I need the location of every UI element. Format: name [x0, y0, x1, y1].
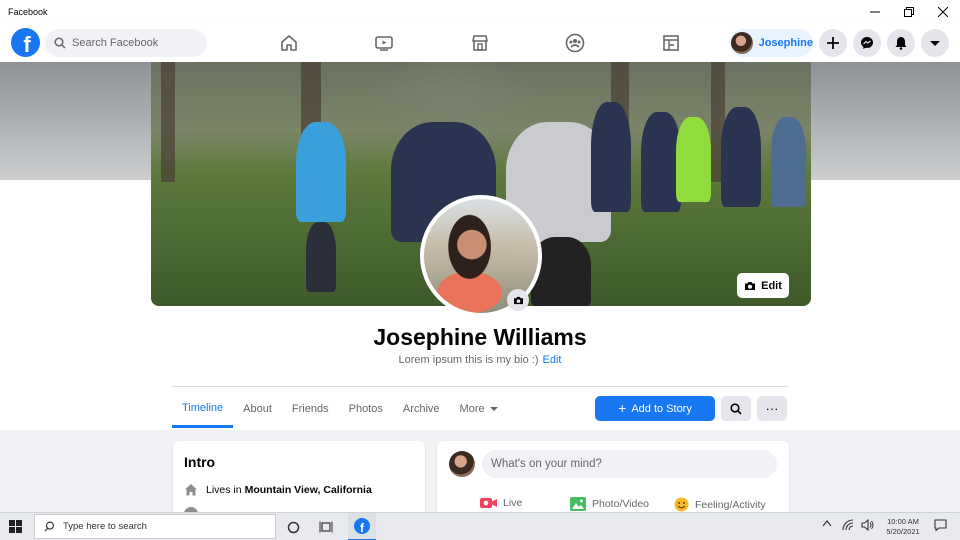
start-button[interactable] [9, 520, 22, 538]
lives-in-value[interactable]: Mountain View, California [245, 484, 372, 496]
network-icon[interactable] [842, 519, 854, 533]
profile-bio: Lorem ipsum this is my bio :) Edit [0, 354, 960, 366]
windows-taskbar: Type here to search f 10:00 AM 5/20/2021 [0, 512, 960, 540]
profile-chip-name: Josephine [758, 37, 813, 49]
facebook-icon: f [354, 518, 370, 535]
window-title: Facebook [8, 7, 48, 17]
caret-down-icon [489, 407, 498, 411]
search-profile-button[interactable] [721, 396, 751, 421]
smiley-icon [674, 497, 689, 512]
add-to-story-button[interactable]: + Add to Story [595, 396, 715, 421]
messenger-button[interactable] [853, 29, 881, 57]
volume-icon[interactable] [861, 518, 874, 533]
runner-figure [641, 112, 681, 212]
pages-icon[interactable] [660, 32, 682, 54]
lives-in-key: Lives in [206, 483, 242, 496]
add-to-story-label: Add to Story [631, 402, 692, 415]
taskbar-facebook-app[interactable]: f [348, 513, 376, 540]
avatar [449, 451, 475, 477]
runner-figure [721, 107, 761, 207]
home-icon [185, 484, 197, 496]
edit-cover-button[interactable]: Edit [737, 273, 789, 298]
taskbar-search-input[interactable]: Type here to search [34, 514, 276, 539]
bio-text: Lorem ipsum this is my bio :) [398, 354, 539, 366]
search-icon [54, 37, 66, 49]
live-video-icon [480, 498, 497, 508]
divider [172, 386, 788, 387]
update-profile-picture-button[interactable] [507, 289, 529, 311]
live-video-button[interactable]: Live [480, 497, 522, 509]
minimize-icon [870, 11, 880, 13]
plus-icon: + [618, 400, 627, 416]
camera-icon [745, 281, 756, 290]
minimize-button[interactable] [858, 0, 892, 24]
whats-on-your-mind-input[interactable]: What's on your mind? [482, 450, 777, 478]
profile-tabs: Timeline About Friends Photos Archive Mo… [172, 390, 509, 430]
taskbar-search-placeholder: Type here to search [63, 521, 147, 532]
action-center-icon[interactable] [934, 519, 947, 533]
restore-icon [904, 7, 914, 17]
tab-more-label: More [459, 403, 485, 415]
messenger-icon [861, 37, 873, 49]
intro-card: Intro Lives in Mountain View, California [173, 441, 425, 521]
facebook-logo[interactable]: f [11, 28, 40, 57]
tab-timeline[interactable]: Timeline [172, 390, 234, 428]
system-clock[interactable]: 10:00 AM 5/20/2021 [880, 517, 926, 537]
camera-icon [513, 296, 523, 304]
runner-figure [771, 117, 806, 207]
tab-about[interactable]: About [233, 390, 282, 428]
close-button[interactable] [926, 0, 960, 24]
search-icon [730, 402, 742, 415]
cortana-icon[interactable] [284, 518, 302, 536]
tab-more[interactable]: More [450, 390, 509, 428]
clock-time: 10:00 AM [887, 517, 919, 526]
live-label: Live [503, 497, 523, 509]
edit-bio-link[interactable]: Edit [543, 354, 562, 366]
photo-icon [570, 497, 586, 511]
feeling-activity-button[interactable]: Feeling/Activity [674, 497, 766, 512]
maximize-button[interactable] [892, 0, 926, 24]
facebook-navbar: f Search Facebook Josephine [0, 24, 960, 62]
photo-video-label: Photo/Video [592, 498, 650, 510]
tray-chevron-icon[interactable] [822, 519, 832, 529]
account-menu-button[interactable] [921, 29, 949, 57]
edit-cover-label: Edit [761, 279, 782, 292]
avatar [731, 32, 753, 54]
search-icon [44, 521, 55, 532]
photo-video-button[interactable]: Photo/Video [570, 497, 649, 511]
window-titlebar: Facebook [0, 0, 960, 24]
runner-figure [296, 122, 346, 222]
watch-icon[interactable] [373, 32, 395, 54]
runner-figure [591, 102, 631, 212]
window-controls [858, 0, 960, 24]
caret-down-icon [930, 41, 940, 46]
bell-icon [895, 37, 907, 50]
notifications-button[interactable] [887, 29, 915, 57]
clock-date: 5/20/2021 [886, 527, 920, 536]
runner-figure [306, 222, 336, 292]
tab-archive[interactable]: Archive [393, 390, 450, 428]
post-composer: What's on your mind? Live Photo/Video Fe… [437, 441, 789, 521]
task-view-icon[interactable] [317, 518, 335, 536]
windows-icon [9, 520, 22, 533]
intro-title: Intro [184, 454, 216, 470]
runner-figure [676, 117, 711, 202]
profile-name: Josephine Williams [373, 324, 587, 350]
cover-tree [161, 62, 175, 182]
profile-chip[interactable]: Josephine [729, 29, 813, 57]
create-button[interactable] [819, 29, 847, 57]
home-icon[interactable] [278, 32, 300, 54]
tab-friends[interactable]: Friends [282, 390, 339, 428]
groups-icon[interactable] [564, 32, 586, 54]
search-placeholder: Search Facebook [72, 37, 159, 49]
close-icon [938, 7, 948, 17]
marketplace-icon[interactable] [469, 32, 491, 54]
more-options-button[interactable]: ··· [757, 396, 787, 421]
tab-photos[interactable]: Photos [339, 390, 393, 428]
lives-in-row: Lives in Mountain View, California [184, 483, 372, 496]
feeling-label: Feeling/Activity [695, 498, 766, 511]
plus-icon [827, 37, 839, 49]
search-input[interactable]: Search Facebook [45, 29, 207, 57]
